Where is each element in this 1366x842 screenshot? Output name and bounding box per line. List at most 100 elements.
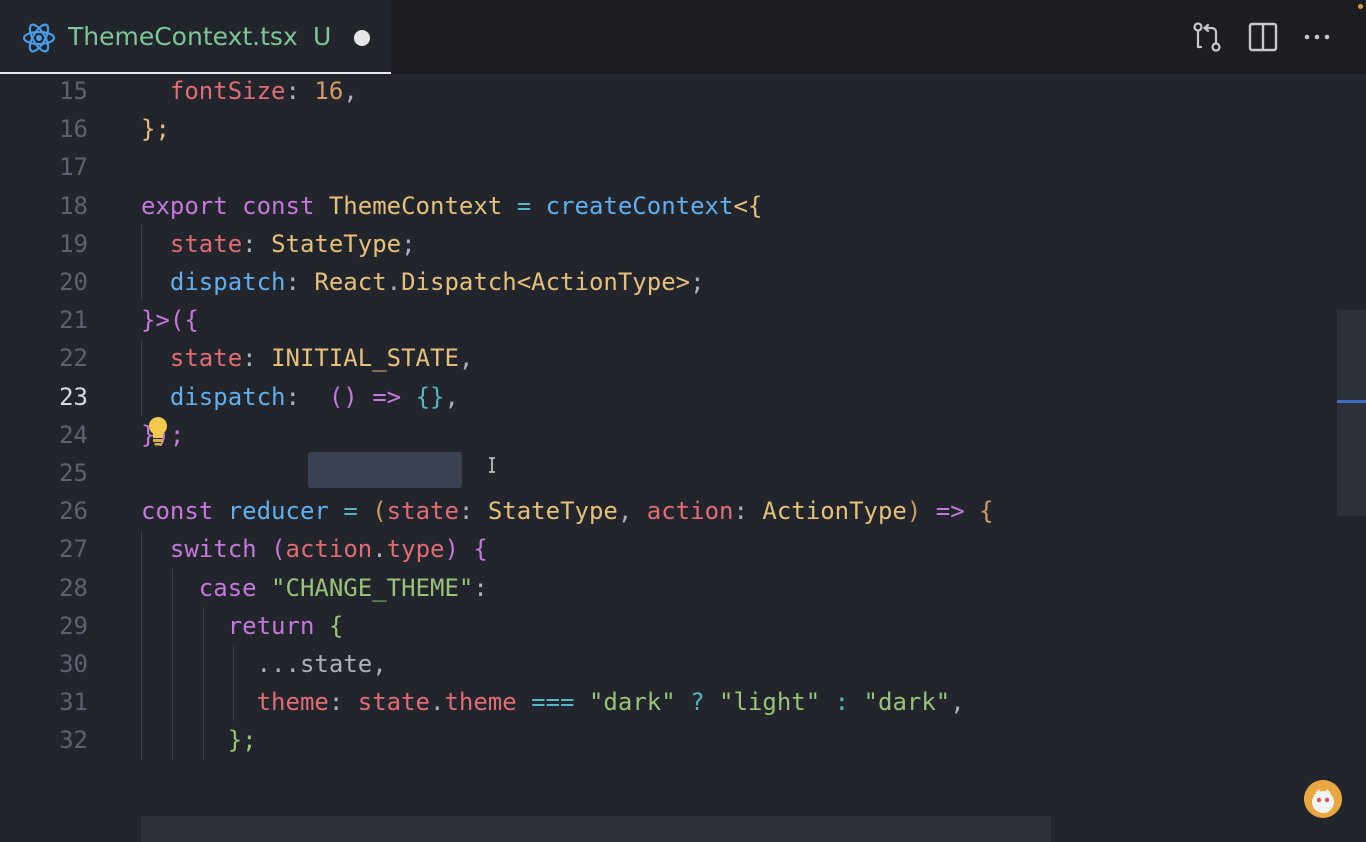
- code-token: state: [169, 229, 243, 258]
- code-token: INITIAL_STATE: [271, 344, 459, 373]
- code-token: state: [357, 688, 430, 717]
- code-token: type: [386, 535, 445, 564]
- code-token: createContext: [545, 191, 734, 220]
- code-token: React: [314, 268, 387, 296]
- code-token: :: [242, 229, 272, 258]
- code-token: theme: [444, 688, 517, 717]
- code-line[interactable]: switch (action.type) {: [141, 530, 488, 568]
- line-highlight: [141, 816, 1051, 842]
- code-editor[interactable]: 15 16 17 18 19 20 21 22 23 24 25 26 27 28 29 30 31 32 fon…: [0, 72, 1366, 842]
- user-avatar[interactable]: [1304, 780, 1342, 818]
- code-token: ,: [950, 688, 965, 717]
- line-number: 27: [59, 535, 88, 564]
- code-line[interactable]: };: [141, 110, 170, 148]
- code-token: export: [141, 191, 228, 220]
- code-token: reducer: [227, 497, 329, 526]
- line-number: 32: [59, 726, 88, 755]
- code-token: action: [646, 497, 734, 526]
- code-token: :: [285, 382, 315, 411]
- code-token: "dark": [588, 688, 676, 717]
- code-token: =: [343, 497, 358, 526]
- code-line[interactable]: theme: state.theme === "dark" ? "light" …: [141, 683, 965, 721]
- code-line[interactable]: export const ThemeContext = createContex…: [141, 187, 762, 225]
- editor-tab-themecontext[interactable]: ThemeContext.tsx U: [0, 0, 391, 74]
- open-changes-icon[interactable]: [1190, 20, 1224, 54]
- more-actions-icon[interactable]: [1300, 20, 1334, 54]
- code-token: state: [386, 497, 459, 526]
- code-token: switch: [169, 535, 257, 564]
- code-token: };: [227, 726, 257, 755]
- code-token: "light": [719, 688, 821, 717]
- code-token: :: [473, 573, 488, 602]
- line-number: 15: [59, 77, 88, 105]
- line-number: 16: [59, 115, 88, 144]
- code-line[interactable]: ...state,: [141, 645, 387, 683]
- code-line[interactable]: const reducer = (state: StateType, actio…: [141, 492, 994, 530]
- code-token: dispatch: [169, 268, 286, 296]
- code-token: ?: [690, 688, 705, 717]
- code-token: :: [328, 688, 358, 717]
- code-token: (: [271, 535, 286, 564]
- code-token: (): [328, 382, 358, 411]
- code-token: =: [516, 191, 532, 220]
- code-token: fontSize: [169, 77, 286, 105]
- code-line[interactable]: state: INITIAL_STATE,: [141, 339, 473, 377]
- code-line[interactable]: state: StateType;: [141, 225, 416, 263]
- code-token: {}: [415, 382, 445, 411]
- line-number: 20: [59, 268, 88, 296]
- line-number: 29: [59, 611, 88, 640]
- code-token: .: [386, 268, 402, 296]
- split-editor-icon[interactable]: [1246, 20, 1280, 54]
- lightbulb-icon[interactable]: [146, 415, 170, 447]
- code-line[interactable]: }>({: [141, 301, 199, 339]
- code-token: const: [242, 191, 315, 220]
- code-token: :: [733, 497, 763, 526]
- code-token: return: [227, 611, 315, 640]
- code-token: {: [979, 497, 994, 526]
- code-token: ===: [531, 688, 575, 717]
- line-number: 28: [59, 573, 88, 602]
- code-line[interactable]: return {: [141, 607, 344, 645]
- code-token: {: [328, 611, 344, 640]
- code-line[interactable]: case "CHANGE_THEME":: [141, 569, 488, 607]
- code-token: :: [285, 77, 315, 105]
- code-token: "CHANGE_THEME": [271, 573, 474, 602]
- code-token: {: [473, 535, 488, 564]
- scrollbar-thumb[interactable]: [1337, 310, 1366, 516]
- code-line[interactable]: dispatch: () => {},: [141, 378, 459, 416]
- code-line[interactable]: fontSize: 16,: [141, 72, 358, 110]
- code-token: <: [516, 268, 532, 296]
- code-token: StateType: [271, 229, 402, 258]
- code-token: theme: [256, 688, 329, 717]
- tab-bar: ThemeContext.tsx U: [0, 0, 1366, 74]
- code-token: >: [675, 268, 691, 296]
- code-token: =>: [935, 497, 965, 526]
- unsaved-dot-icon[interactable]: [354, 30, 370, 46]
- code-token: 16: [314, 77, 344, 105]
- code-line[interactable]: dispatch: React.Dispatch<ActionType>;: [141, 263, 705, 301]
- line-number: 22: [59, 344, 88, 373]
- code-token: ,: [444, 382, 459, 411]
- code-token: }>({: [141, 306, 199, 335]
- code-token: dispatch: [169, 382, 286, 411]
- code-line[interactable]: };: [141, 721, 257, 759]
- code-token: state: [169, 344, 243, 373]
- avatar-image-icon: [1304, 780, 1342, 818]
- code-token: ActionType: [762, 497, 907, 526]
